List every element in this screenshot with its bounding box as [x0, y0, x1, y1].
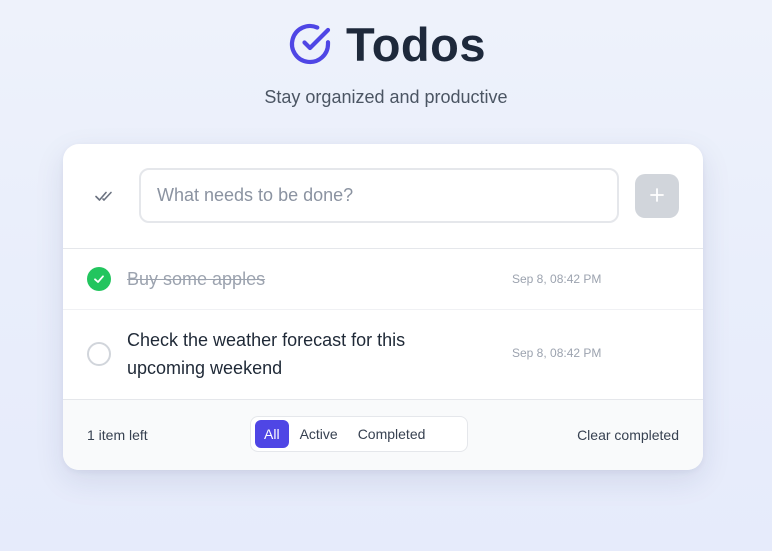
check-circle-icon: [286, 20, 334, 68]
page-title: Todos: [346, 17, 486, 71]
todo-footer: 1 item left All Active Completed Clear c…: [63, 399, 703, 470]
add-todo-button[interactable]: [635, 174, 679, 218]
items-left-count: 1 item left: [87, 427, 148, 443]
todo-timestamp: Sep 8, 08:42 PM: [512, 272, 602, 286]
todo-timestamp: Sep 8, 08:42 PM: [512, 346, 602, 360]
app-header: Todos: [0, 14, 772, 74]
filter-all[interactable]: All: [255, 420, 289, 448]
filter-active[interactable]: Active: [291, 420, 347, 448]
todo-text[interactable]: Check the weather forecast for this upco…: [127, 326, 457, 382]
filter-group: All Active Completed: [250, 416, 468, 452]
todo-text[interactable]: Buy some apples: [127, 265, 265, 293]
todo-item-completed: Buy some apples Sep 8, 08:42 PM: [63, 249, 703, 310]
page-subtitle: Stay organized and productive: [264, 87, 508, 107]
plus-icon: [649, 187, 665, 206]
double-check-icon[interactable]: [93, 186, 117, 206]
new-todo-row: [63, 144, 703, 249]
filter-completed[interactable]: Completed: [349, 420, 435, 448]
todo-item-active: Check the weather forecast for this upco…: [63, 310, 703, 399]
clear-completed-button[interactable]: Clear completed: [577, 427, 679, 443]
todo-card: Buy some apples Sep 8, 08:42 PM Check th…: [63, 144, 703, 470]
completed-checkbox[interactable]: [87, 267, 111, 291]
incomplete-checkbox[interactable]: [87, 342, 111, 366]
new-todo-input[interactable]: [139, 168, 619, 223]
check-icon: [94, 275, 104, 283]
